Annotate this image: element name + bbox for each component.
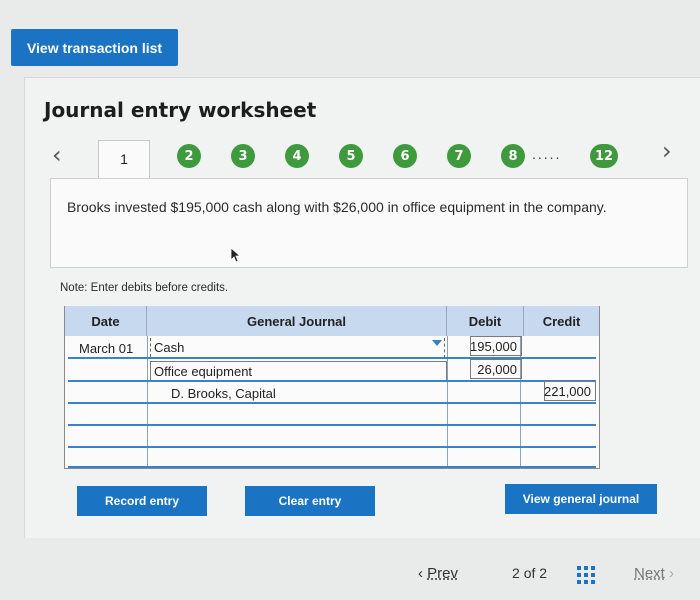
row-2-debit-input[interactable]: 26,000 <box>470 359 522 379</box>
row-1-account-label: Cash <box>154 340 185 355</box>
page-indicator: 2 of 2 <box>512 565 547 581</box>
header-debit: Debit <box>447 306 524 336</box>
cursor-icon <box>230 247 242 263</box>
step-4[interactable]: 4 <box>285 144 309 168</box>
page-of: of <box>523 565 536 581</box>
prev-label: Prev <box>427 565 459 582</box>
steps-ellipsis: ..... <box>532 146 562 162</box>
view-transaction-list-button[interactable]: View transaction list <box>11 29 178 66</box>
step-12[interactable]: 12 <box>590 144 618 168</box>
next-label: Next <box>634 565 665 582</box>
worksheet-title: Journal entry worksheet <box>44 98 317 122</box>
row-divider <box>68 446 596 448</box>
header-credit: Credit <box>524 306 599 336</box>
chevron-down-icon[interactable] <box>432 340 442 346</box>
step-8[interactable]: 8 <box>501 144 525 168</box>
row-2-debit-value: 26,000 <box>477 361 517 377</box>
chevron-left-icon[interactable]: ‹ <box>52 141 62 169</box>
step-6[interactable]: 6 <box>393 144 417 168</box>
row-divider <box>68 466 596 468</box>
chevron-right-icon[interactable]: › <box>662 137 672 165</box>
row-2-account-select[interactable]: Office equipment <box>150 361 447 380</box>
note-text: Note: Enter debits before credits. <box>60 282 229 294</box>
step-7[interactable]: 7 <box>447 144 471 168</box>
row-divider <box>68 402 596 404</box>
row-1-account-select[interactable]: Cash <box>150 338 442 357</box>
dropdown-border <box>444 338 445 358</box>
record-entry-button[interactable]: Record entry <box>77 486 207 516</box>
header-date: Date <box>65 306 147 336</box>
row-3-account-label[interactable]: D. Brooks, Capital <box>171 386 276 401</box>
prev-link[interactable]: ‹ Prev <box>418 565 458 582</box>
clear-entry-button[interactable]: Clear entry <box>245 486 375 516</box>
row-1-debit-input[interactable]: 195,000 <box>470 336 522 356</box>
page-total: 2 <box>539 565 548 581</box>
step-2[interactable]: 2 <box>177 144 201 168</box>
step-5[interactable]: 5 <box>339 144 363 168</box>
row-1-debit-value: 195,000 <box>470 338 517 354</box>
grid-icon[interactable] <box>577 566 595 584</box>
step-3[interactable]: 3 <box>231 144 255 168</box>
row-2-account-label: Office equipment <box>154 363 253 379</box>
row-divider <box>68 424 596 426</box>
row-divider <box>68 380 596 382</box>
next-link[interactable]: Next › <box>634 565 674 582</box>
chevron-right-icon: › <box>664 565 675 582</box>
row-3-credit-value: 221,000 <box>544 383 591 399</box>
row-3-credit-input[interactable]: 221,000 <box>544 381 596 401</box>
chevron-left-icon: ‹ <box>418 565 428 582</box>
row-1-date[interactable]: March 01 <box>79 341 133 356</box>
page-current: 2 <box>512 565 520 581</box>
view-general-journal-button[interactable]: View general journal <box>505 484 657 514</box>
transaction-description: Brooks invested $195,000 cash along with… <box>50 178 688 268</box>
header-general-journal: General Journal <box>147 306 447 336</box>
